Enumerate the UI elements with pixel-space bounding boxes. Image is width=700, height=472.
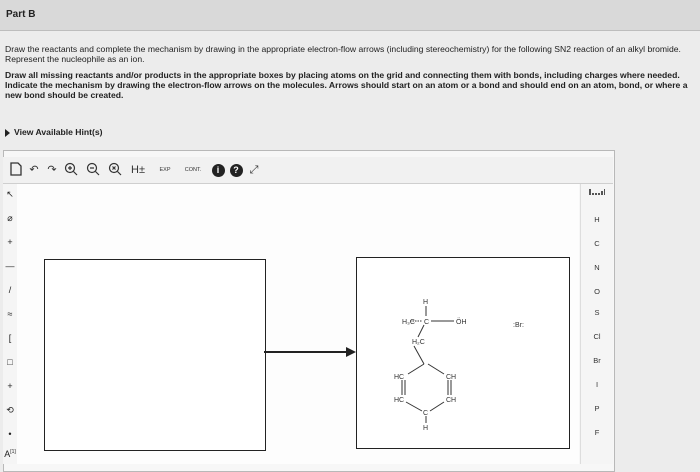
- element-n[interactable]: N: [581, 263, 613, 272]
- fullscreen-icon[interactable]: ⤢: [247, 162, 261, 178]
- reaction-arrow-line: [264, 351, 348, 353]
- contract-button[interactable]: CONT.: [179, 162, 207, 178]
- atom-ch-lower: CH: [446, 397, 456, 404]
- help-label: ?: [229, 164, 243, 177]
- ring-tool-icon[interactable]: □: [4, 356, 16, 368]
- chain-tool-icon[interactable]: ≈: [4, 308, 16, 320]
- zoom-reset-icon[interactable]: [107, 162, 123, 178]
- reaction-arrow-icon[interactable]: +: [4, 380, 16, 392]
- view-hints-label: View Available Hint(s): [14, 127, 103, 137]
- select-tool-icon[interactable]: ↖: [4, 188, 16, 200]
- bromide-ion[interactable]: :Br:: [513, 322, 524, 329]
- undo-icon[interactable]: ↶: [27, 162, 41, 178]
- redo-icon[interactable]: ↷: [45, 162, 59, 178]
- zoom-in-icon[interactable]: [63, 162, 79, 178]
- atom-c-bottom: C: [423, 410, 428, 417]
- positive-charge-icon[interactable]: +: [4, 236, 16, 248]
- toolbar: ↶ ↷ H± EXP CONT. i ? ⤢: [3, 157, 613, 184]
- part-title: Part B: [6, 9, 36, 20]
- element-h[interactable]: H: [581, 215, 613, 224]
- atom-oh: ÖH: [456, 318, 467, 326]
- eraser-tool-icon[interactable]: ⌀: [4, 212, 16, 224]
- single-bond-icon[interactable]: /: [4, 284, 16, 296]
- text-tool-icon[interactable]: A[1]: [4, 446, 16, 459]
- reaction-arrowhead: [346, 347, 356, 357]
- element-f[interactable]: F: [581, 428, 613, 437]
- info-label: i: [211, 164, 225, 177]
- zoom-out-icon[interactable]: [85, 162, 101, 178]
- element-c[interactable]: C: [581, 239, 613, 248]
- element-o[interactable]: O: [581, 287, 613, 296]
- element-s[interactable]: S: [581, 308, 613, 317]
- element-cl[interactable]: Cl: [581, 332, 613, 341]
- help-icon[interactable]: ?: [229, 162, 243, 178]
- element-palette: H C N O S Cl Br I P F: [580, 184, 613, 464]
- atom-h3c: H₃C: [402, 319, 415, 326]
- hydrogen-toggle-button[interactable]: H±: [127, 162, 149, 178]
- atom-h-top: H: [423, 299, 428, 306]
- curved-arrow-icon[interactable]: ⟲: [4, 404, 16, 416]
- element-br[interactable]: Br: [581, 356, 613, 365]
- text-tool-badge: [1]: [10, 449, 16, 455]
- bracket-tool-icon[interactable]: [: [4, 332, 16, 344]
- atom-h2c: H₂C: [412, 339, 425, 346]
- atom-hc-upper: HC: [394, 374, 404, 381]
- expand-button[interactable]: EXP: [153, 162, 177, 178]
- atom-ch-upper: CH: [446, 374, 456, 381]
- info-icon[interactable]: i: [211, 162, 225, 178]
- instruction-text-2: Draw all missing reactants and/or produc…: [5, 70, 688, 100]
- alcohol-molecule[interactable]: H H₃C C ÖH H₂C HC CH HC CH C H: [386, 292, 496, 432]
- atom-h-bottom: H: [423, 425, 428, 432]
- atom-hc-lower: HC: [394, 397, 404, 404]
- element-i[interactable]: I: [581, 380, 613, 389]
- left-toolbar: ↖ ⌀ + — / ≈ [ □ + ⟲ • A[1]: [3, 184, 18, 464]
- instruction-text-1: Draw the reactants and complete the mech…: [5, 44, 681, 64]
- expand-triangle-icon: [5, 128, 10, 137]
- element-p[interactable]: P: [581, 404, 613, 413]
- atom-central-c: C: [424, 319, 429, 326]
- reactant-box[interactable]: [44, 259, 266, 451]
- view-hints-link[interactable]: View Available Hint(s): [5, 127, 103, 137]
- periodic-table-icon[interactable]: [581, 188, 613, 198]
- negative-charge-icon[interactable]: —: [4, 260, 16, 272]
- part-header: Part B: [0, 0, 700, 31]
- lone-pair-icon[interactable]: •: [4, 428, 16, 440]
- new-document-icon[interactable]: [9, 162, 23, 178]
